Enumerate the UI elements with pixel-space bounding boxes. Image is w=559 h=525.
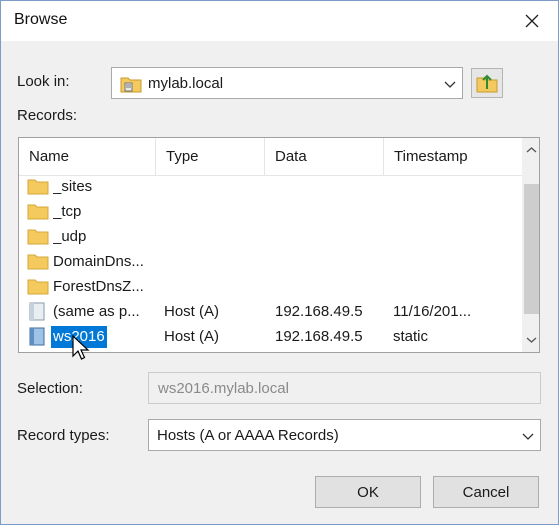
folder-icon bbox=[27, 226, 49, 250]
record-icon bbox=[27, 301, 47, 325]
look-in-label: Look in: bbox=[17, 73, 70, 90]
record-timestamp: 11/16/201... bbox=[393, 303, 472, 320]
chevron-down-icon bbox=[522, 429, 534, 446]
record-name: ForestDnsZ... bbox=[53, 278, 144, 295]
column-header-name[interactable]: Name bbox=[19, 138, 156, 176]
column-header-data[interactable]: Data bbox=[265, 138, 384, 176]
records-label: Records: bbox=[17, 107, 78, 124]
list-item[interactable]: DomainDns... bbox=[19, 249, 523, 274]
record-data: 192.168.49.5 bbox=[275, 303, 363, 320]
record-data: 192.168.49.5 bbox=[275, 328, 363, 345]
record-type: Host (A) bbox=[164, 303, 220, 320]
list-item[interactable]: _tcp bbox=[19, 199, 523, 224]
scroll-down-button[interactable] bbox=[523, 331, 539, 348]
list-item-selected[interactable]: ws2016 Host (A) 192.168.49.5 static bbox=[19, 324, 523, 349]
record-name: _tcp bbox=[53, 203, 82, 220]
mouse-pointer-icon bbox=[72, 334, 90, 360]
look-in-combobox[interactable]: mylab.local bbox=[111, 67, 463, 99]
list-item[interactable]: _udp bbox=[19, 224, 523, 249]
record-name: DomainDns... bbox=[53, 253, 144, 270]
records-header: Name Type Data Timestamp bbox=[19, 138, 523, 176]
cancel-button[interactable]: Cancel bbox=[433, 476, 539, 508]
browse-dialog: Browse Look in: mylab.local Records: Nam… bbox=[0, 0, 559, 525]
list-item[interactable]: (same as p... Host (A) 192.168.49.5 11/1… bbox=[19, 299, 523, 324]
vertical-scrollbar[interactable] bbox=[522, 138, 539, 352]
list-item[interactable]: ForestDnsZ... bbox=[19, 274, 523, 299]
selection-label: Selection: bbox=[17, 380, 83, 397]
record-name: (same as p... bbox=[53, 303, 140, 320]
scroll-up-button[interactable] bbox=[523, 142, 539, 159]
folder-icon bbox=[27, 176, 49, 200]
selection-input bbox=[149, 373, 540, 403]
selection-field bbox=[148, 372, 541, 404]
title-bar: Browse bbox=[1, 1, 558, 41]
look-in-value: mylab.local bbox=[148, 75, 224, 92]
chevron-down-icon bbox=[526, 337, 537, 343]
record-types-combobox[interactable]: Hosts (A or AAAA Records) bbox=[148, 419, 541, 451]
folder-up-icon bbox=[476, 74, 498, 93]
scrollbar-thumb[interactable] bbox=[524, 184, 539, 314]
dialog-title: Browse bbox=[14, 11, 68, 28]
chevron-up-icon bbox=[526, 147, 537, 153]
record-type: Host (A) bbox=[164, 328, 220, 345]
folder-icon bbox=[27, 276, 49, 300]
close-button[interactable] bbox=[512, 3, 552, 39]
close-icon bbox=[525, 14, 539, 28]
folder-icon bbox=[27, 201, 49, 225]
record-name: _udp bbox=[53, 228, 87, 245]
record-types-label: Record types: bbox=[17, 427, 110, 444]
records-list[interactable]: Name Type Data Timestamp _sites _tcp _ud… bbox=[18, 137, 540, 353]
up-one-level-button[interactable] bbox=[471, 68, 503, 98]
folder-icon bbox=[27, 251, 49, 275]
column-header-type[interactable]: Type bbox=[156, 138, 265, 176]
list-item[interactable]: _sites bbox=[19, 174, 523, 199]
record-types-value: Hosts (A or AAAA Records) bbox=[157, 427, 339, 444]
record-timestamp: static bbox=[393, 328, 429, 345]
folder-server-icon bbox=[120, 74, 142, 98]
chevron-down-icon bbox=[444, 77, 456, 94]
ok-button[interactable]: OK bbox=[315, 476, 421, 508]
record-icon bbox=[27, 326, 47, 350]
column-header-timestamp[interactable]: Timestamp bbox=[384, 138, 523, 176]
record-name: _sites bbox=[53, 178, 93, 195]
